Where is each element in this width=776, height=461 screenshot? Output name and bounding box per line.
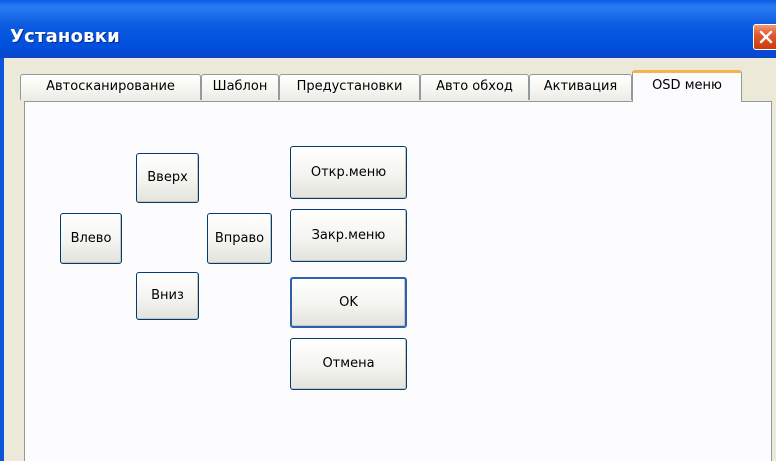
open-menu-label: Откр.меню	[310, 165, 387, 180]
tab-auto-tour[interactable]: Авто обход	[420, 74, 529, 100]
close-menu-button[interactable]: Закр.меню	[290, 209, 407, 262]
left-button[interactable]: Влево	[60, 213, 122, 264]
window-title: Установки	[10, 26, 120, 47]
ok-button-label: OK	[339, 295, 358, 310]
cancel-button[interactable]: Отмена	[290, 338, 407, 390]
right-button[interactable]: Вправо	[207, 213, 272, 264]
ok-button[interactable]: OK	[290, 277, 407, 328]
settings-window: Установки Автосканирование Шаблон Предус…	[0, 0, 776, 461]
close-icon	[759, 30, 773, 44]
right-button-label: Вправо	[214, 231, 265, 246]
cancel-button-label: Отмена	[322, 356, 375, 371]
left-button-label: Влево	[70, 231, 112, 246]
down-button-label: Вниз	[151, 288, 184, 303]
open-menu-button[interactable]: Откр.меню	[290, 146, 407, 199]
down-button[interactable]: Вниз	[136, 272, 199, 320]
up-button-label: Вверх	[147, 170, 188, 185]
tab-pattern[interactable]: Шаблон	[201, 74, 279, 100]
close-button[interactable]	[753, 24, 776, 50]
tab-activation[interactable]: Активация	[529, 74, 632, 100]
tab-osd-menu[interactable]: OSD меню	[632, 70, 742, 102]
close-menu-label: Закр.меню	[311, 228, 386, 243]
tab-autoscan[interactable]: Автосканирование	[20, 74, 201, 100]
up-button[interactable]: Вверх	[136, 153, 199, 203]
tab-presets[interactable]: Предустановки	[279, 74, 420, 100]
title-bar[interactable]: Установки	[0, 0, 776, 58]
